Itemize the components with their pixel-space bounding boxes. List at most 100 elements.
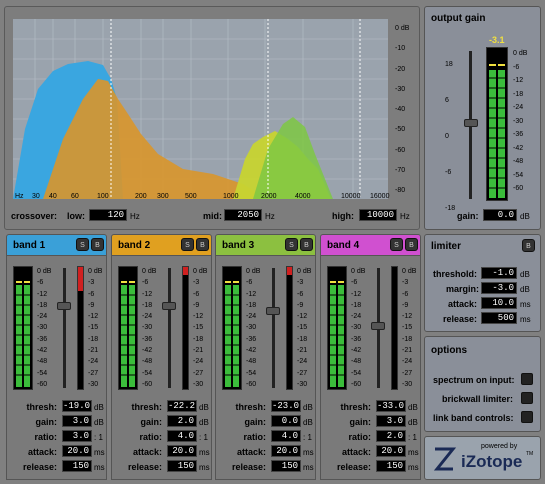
band-2-threshold-fader[interactable]: [168, 268, 171, 388]
band-2-gain-field[interactable]: 2.0: [167, 415, 197, 427]
band-3-release-label: release:: [231, 462, 266, 472]
band-2-release-field[interactable]: 150: [167, 460, 197, 472]
band-1-thresh-unit: dB: [94, 403, 104, 412]
band-3-title: band 3: [222, 240, 255, 251]
band-1-gain-field[interactable]: 3.0: [62, 415, 92, 427]
band-1-bypass-button[interactable]: B: [91, 238, 104, 251]
band-2-attack-field[interactable]: 20.0: [167, 445, 197, 457]
band-2-gain-reduction-meter: [182, 266, 189, 390]
limiter-attack-label: attack:: [448, 299, 478, 309]
band-4-gain-reduction-meter: [391, 266, 398, 390]
options-title: options: [431, 345, 468, 356]
band-3-panel: 0 dB -6 -12 -18 -24 -30 -36 -42 -48 -54 -60 0 dB -3…: [215, 256, 316, 480]
band-2-gain-label: gain:: [140, 417, 163, 427]
band-2-threshold-knob[interactable]: [162, 302, 176, 310]
spectrum-on-input-checkbox[interactable]: [521, 373, 533, 385]
band-1-ratio-field[interactable]: 3.0: [62, 430, 92, 442]
band-4-gain-field[interactable]: 3.0: [376, 415, 406, 427]
band-1-solo-button[interactable]: S: [76, 238, 89, 251]
limiter-release-field[interactable]: 500: [481, 312, 517, 324]
brickwall-limiter-label: brickwall limiter:: [442, 394, 514, 404]
band-4-attack-unit: ms: [408, 448, 419, 457]
crossover-mid-label: mid:: [203, 211, 222, 221]
band-3-ratio-unit: : 1: [303, 433, 312, 442]
output-gain-panel: output gain -3.1 18 6 0 -6 -18 0 dB -6 -12 -18-…: [424, 6, 541, 230]
band-4-solo-button[interactable]: S: [390, 238, 403, 251]
band-1-gain-reduction-meter: [77, 266, 84, 390]
band-4-attack-label: attack:: [341, 447, 371, 457]
limiter-margin-field[interactable]: -3.0: [481, 282, 517, 294]
output-gain-fader-knob[interactable]: [464, 119, 478, 127]
band-3-input-meter: [222, 266, 242, 390]
limiter-bypass-button[interactable]: B: [522, 239, 535, 252]
band-1-attack-label: attack:: [27, 447, 57, 457]
output-gain-field[interactable]: 0.0: [483, 209, 517, 221]
output-peak-readout: -3.1: [489, 35, 505, 45]
band-3-release-field[interactable]: 150: [271, 460, 301, 472]
brickwall-limiter-checkbox[interactable]: [521, 392, 533, 404]
output-level-meter: [486, 47, 508, 201]
limiter-attack-field[interactable]: 10.0: [481, 297, 517, 309]
band-2-ratio-field[interactable]: 4.0: [167, 430, 197, 442]
band-1-threshold-knob[interactable]: [57, 302, 71, 310]
link-band-controls-checkbox[interactable]: [521, 411, 533, 423]
band-1-attack-unit: ms: [94, 448, 105, 457]
crossover-mid-unit: Hz: [265, 212, 275, 221]
band-2-thresh-field[interactable]: -22.2: [167, 400, 197, 412]
band-2-panel: 0 dB -6 -12 -18 -24 -30 -36 -42 -48 -54 -60 0 dB -3…: [111, 256, 212, 480]
band-1-ratio-label: ratio:: [34, 432, 58, 442]
band-2-input-meter: [118, 266, 138, 390]
crossover-mid-field[interactable]: 2050: [224, 209, 262, 221]
limiter-threshold-field[interactable]: -1.0: [481, 267, 517, 279]
band-4-thresh-field[interactable]: -33.0: [376, 400, 406, 412]
logo-name: iZotope: [461, 452, 523, 471]
band-3-gain-field[interactable]: 0.0: [271, 415, 301, 427]
band-1-release-label: release:: [22, 462, 57, 472]
band-4-ratio-field[interactable]: 2.0: [376, 430, 406, 442]
spectrum-graph: [13, 19, 388, 199]
band-3-threshold-knob[interactable]: [266, 307, 280, 315]
band-3-gain-unit: dB: [303, 418, 313, 427]
crossover-low-unit: Hz: [130, 212, 140, 221]
band-2-title: band 2: [118, 240, 151, 251]
band-1-attack-field[interactable]: 20.0: [62, 445, 92, 457]
band-3-header: band 3 S B: [215, 234, 316, 256]
band-3-ratio-label: ratio:: [243, 432, 267, 442]
band-2-gr-scale: 0 dB -3 -6 -9 -12 -15 -18 -21 -24 -27 -30: [193, 268, 208, 388]
limiter-panel: limiter B threshold: -1.0 dB margin: -3.…: [424, 234, 541, 332]
band-3-ratio-field[interactable]: 4.0: [271, 430, 301, 442]
band-1-threshold-fader[interactable]: [63, 268, 66, 388]
band-3-thresh-unit: dB: [303, 403, 313, 412]
band-3-solo-button[interactable]: S: [285, 238, 298, 251]
band-4-threshold-knob[interactable]: [371, 322, 385, 330]
band-2-bypass-button[interactable]: B: [196, 238, 209, 251]
band-2-header: band 2 S B: [111, 234, 212, 256]
band-1-thresh-field[interactable]: -19.0: [62, 400, 92, 412]
crossover-low-field[interactable]: 120: [89, 209, 127, 221]
band-1-title: band 1: [13, 240, 46, 251]
band-3-attack-field[interactable]: 20.0: [271, 445, 301, 457]
band-4-release-field[interactable]: 150: [376, 460, 406, 472]
band-3-threshold-fader[interactable]: [272, 268, 275, 388]
limiter-release-label: release:: [443, 314, 478, 324]
band-3-thresh-field[interactable]: -23.0: [271, 400, 301, 412]
band-4-bypass-button[interactable]: B: [405, 238, 418, 251]
band-3-level-scale: 0 dB -6 -12 -18 -24 -30 -36 -42 -48 -54 -60: [246, 268, 261, 388]
band-2-attack-label: attack:: [132, 447, 162, 457]
band-4-attack-field[interactable]: 20.0: [376, 445, 406, 457]
band-2-solo-button[interactable]: S: [181, 238, 194, 251]
output-gain-unit: dB: [520, 212, 530, 221]
band-2-attack-unit: ms: [199, 448, 210, 457]
band-4-title: band 4: [327, 240, 360, 251]
logo-tm: TM: [526, 451, 534, 457]
band-3-bypass-button[interactable]: B: [300, 238, 313, 251]
band-3-attack-label: attack:: [236, 447, 266, 457]
band-4-ratio-label: ratio:: [348, 432, 372, 442]
limiter-margin-label: margin:: [446, 284, 480, 294]
crossover-high-field[interactable]: 10000: [359, 209, 397, 221]
band-1-header: band 1 S B: [6, 234, 107, 256]
band-1-ratio-unit: : 1: [94, 433, 103, 442]
logo-powered-by: powered by: [481, 443, 518, 450]
band-1-release-field[interactable]: 150: [62, 460, 92, 472]
band-2-thresh-unit: dB: [199, 403, 209, 412]
